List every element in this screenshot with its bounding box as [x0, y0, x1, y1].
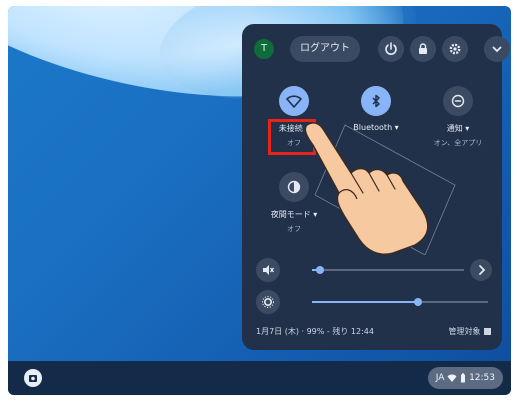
system-tray[interactable]: JA 12:53 [427, 367, 503, 389]
wifi-icon [286, 95, 302, 108]
brightness-icon-wrap [256, 290, 280, 314]
bluetooth-icon [372, 94, 380, 108]
chevron-right-icon [479, 265, 486, 275]
wifi-icon [447, 373, 457, 382]
pointing-hand-illustration [305, 122, 456, 255]
launcher-button[interactable] [24, 369, 42, 387]
power-icon [385, 42, 397, 55]
brightness-icon [262, 296, 274, 308]
logout-button[interactable]: ログアウト [290, 36, 360, 62]
clock-time: 12:53 [469, 373, 495, 383]
brightness-slider-row [256, 290, 488, 314]
brightness-slider[interactable] [312, 298, 488, 306]
managed-device-label[interactable]: 管理対象 [448, 324, 492, 340]
managed-text: 管理対象 [448, 327, 481, 336]
shelf: JA 12:53 [8, 361, 511, 395]
settings-button[interactable] [442, 36, 468, 62]
quick-settings-footer: 1月7日 (木) · 99% - 残り 12:44 管理対象 [256, 324, 492, 340]
quick-settings-top-row: T ログアウト [252, 36, 510, 62]
bluetooth-toggle[interactable] [361, 86, 391, 116]
lock-button[interactable] [410, 36, 436, 62]
night-light-icon [287, 180, 301, 194]
chevron-down-icon [492, 46, 502, 53]
notification-icon [451, 94, 465, 108]
gear-icon [449, 43, 461, 55]
volume-mute-button[interactable] [256, 258, 280, 282]
ime-indicator: JA [435, 373, 445, 383]
volume-slider-row [256, 258, 492, 282]
notifications-toggle[interactable] [443, 86, 473, 116]
lock-icon [419, 43, 427, 54]
building-icon [484, 328, 491, 335]
user-avatar[interactable]: T [254, 39, 274, 59]
brightness-slider-fill [312, 301, 418, 303]
volume-slider[interactable] [312, 266, 464, 274]
volume-muted-icon [263, 265, 275, 275]
date-battery-text: 1月7日 (木) · 99% - 残り 12:44 [256, 327, 374, 336]
launcher-icon [29, 375, 37, 382]
brightness-slider-knob[interactable] [413, 298, 422, 306]
power-button[interactable] [378, 36, 404, 62]
collapse-button[interactable] [484, 36, 510, 62]
audio-settings-button[interactable] [470, 259, 492, 281]
volume-slider-knob[interactable] [315, 266, 324, 274]
battery-icon [461, 372, 466, 382]
wifi-toggle[interactable] [279, 86, 309, 116]
